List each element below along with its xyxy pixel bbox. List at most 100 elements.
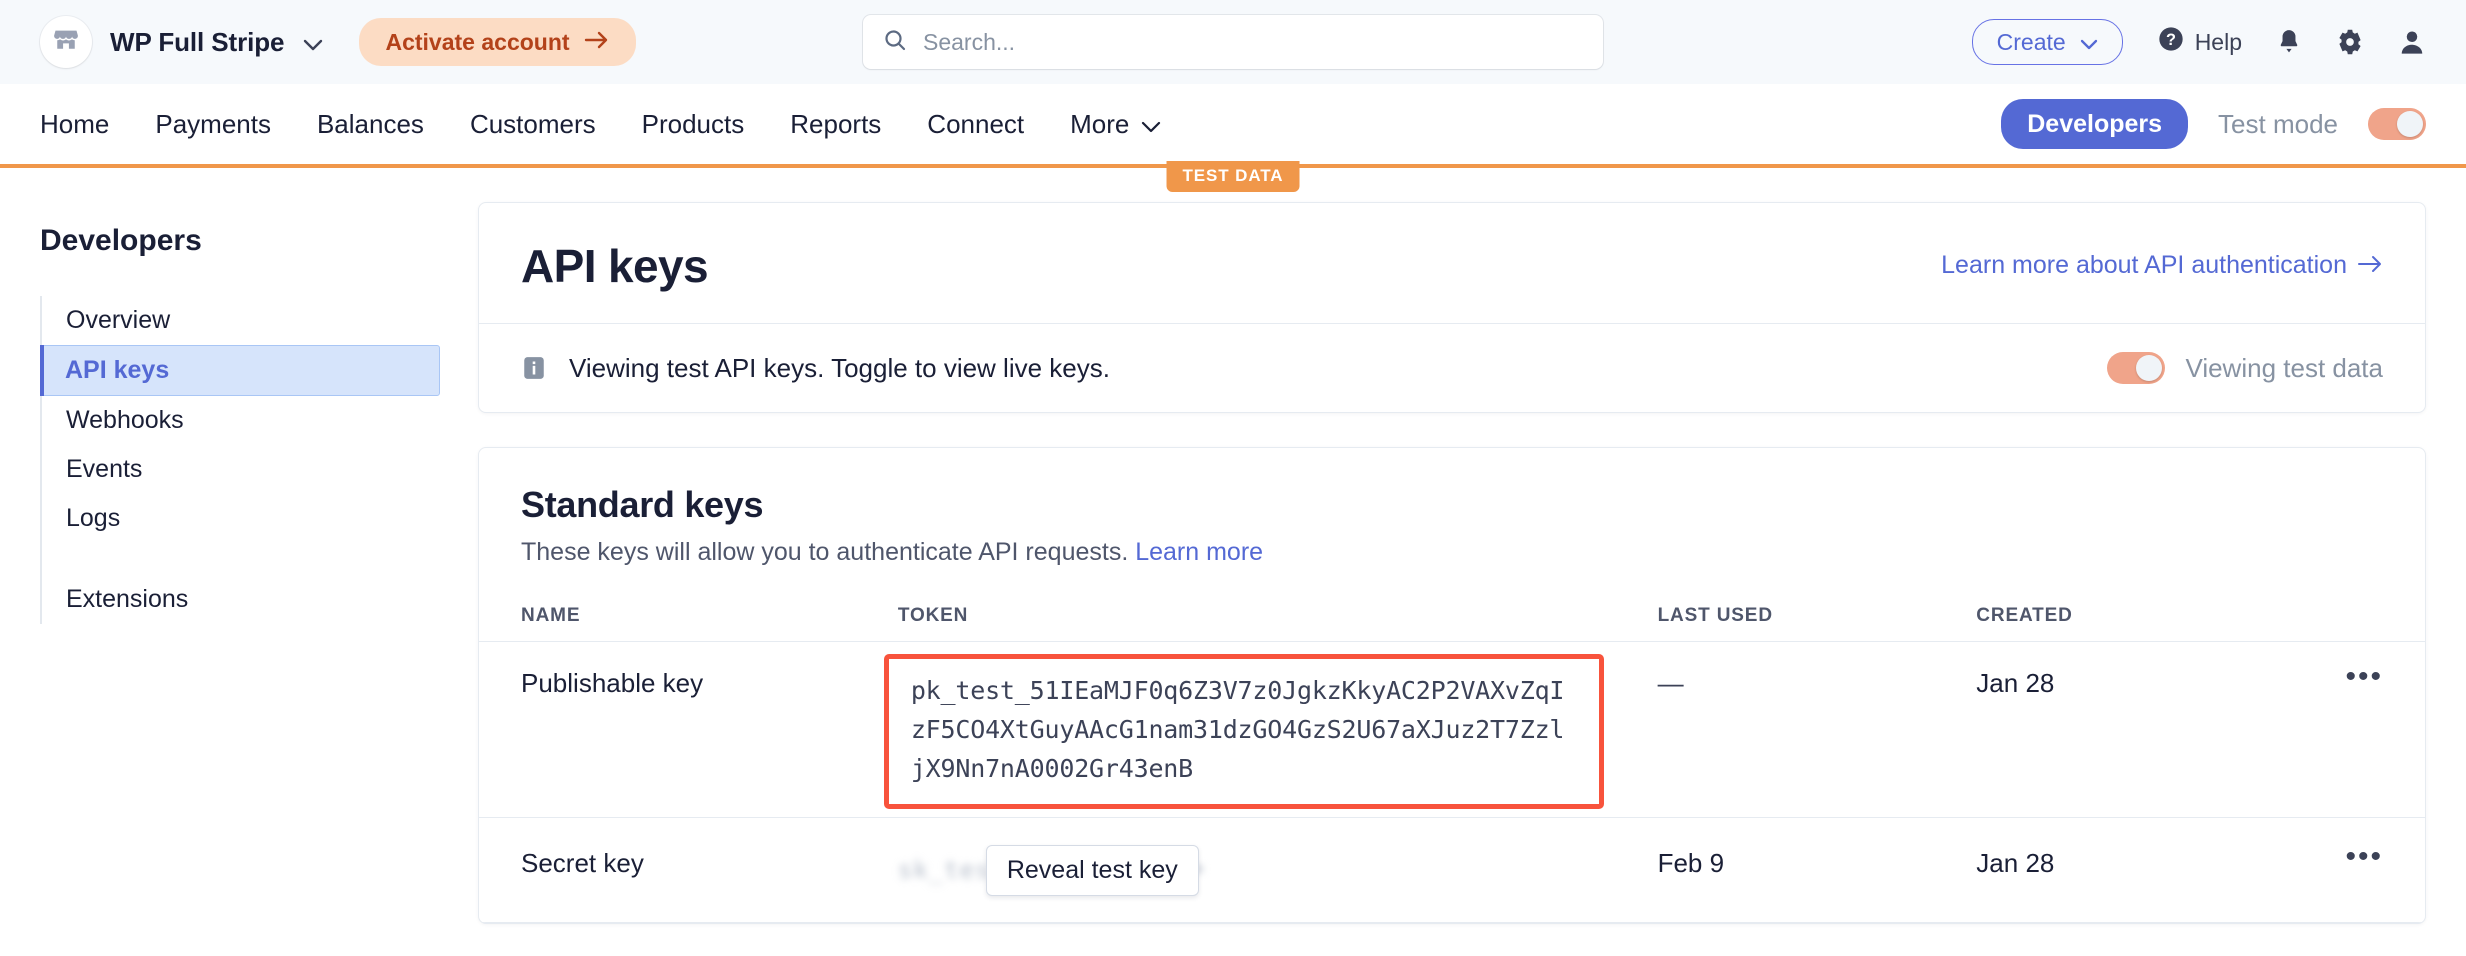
search-icon xyxy=(883,28,907,57)
nav-right-actions: Developers Test mode xyxy=(2001,99,2426,149)
nav-items: Home Payments Balances Customers Product… xyxy=(40,109,1161,140)
viewing-test-data-label: Viewing test data xyxy=(2185,353,2383,384)
secret-key-token-cell: sk_test_•••••••••••• Reveal test key xyxy=(898,818,1658,923)
chevron-down-icon xyxy=(303,27,323,58)
nav-label: Products xyxy=(642,109,745,140)
nav-item-more[interactable]: More xyxy=(1070,109,1161,140)
nav-item-home[interactable]: Home xyxy=(40,109,109,140)
sidebar-item-events[interactable]: Events xyxy=(42,445,470,494)
column-header-token: TOKEN xyxy=(898,595,1658,642)
top-bar: WP Full Stripe Activate account Create ? xyxy=(0,0,2466,84)
chevron-down-icon xyxy=(1141,109,1161,140)
column-header-actions xyxy=(2305,595,2425,642)
user-icon[interactable] xyxy=(2398,28,2426,56)
account-logo xyxy=(40,16,92,68)
sidebar-item-webhooks[interactable]: Webhooks xyxy=(42,396,470,445)
storefront-icon xyxy=(52,26,80,59)
standard-keys-title: Standard keys xyxy=(521,484,2383,526)
reveal-test-key-button[interactable]: Reveal test key xyxy=(986,845,1199,896)
secret-key-actions-cell: ••• xyxy=(2305,818,2425,923)
nav-item-payments[interactable]: Payments xyxy=(155,109,271,140)
table-body: Publishable key pk_test_51IEaMJF0q6Z3V7z… xyxy=(479,642,2425,923)
test-mode-toggle[interactable] xyxy=(2368,108,2426,140)
table-row: Publishable key pk_test_51IEaMJF0q6Z3V7z… xyxy=(479,642,2425,818)
main-nav: Home Payments Balances Customers Product… xyxy=(0,84,2466,168)
activate-account-label: Activate account xyxy=(385,29,569,56)
sidebar-item-extensions[interactable]: Extensions xyxy=(42,575,470,624)
viewing-test-data-toggle[interactable] xyxy=(2107,352,2165,384)
create-label: Create xyxy=(1997,29,2066,56)
test-mode-label: Test mode xyxy=(2218,109,2338,140)
nav-item-customers[interactable]: Customers xyxy=(470,109,596,140)
top-bar-actions: Create ? Help xyxy=(1972,19,2426,65)
sidebar-item-overview[interactable]: Overview xyxy=(42,296,470,345)
main-content: API keys Learn more about API authentica… xyxy=(470,168,2466,924)
standard-keys-card: Standard keys These keys will allow you … xyxy=(478,447,2426,924)
activate-account-button[interactable]: Activate account xyxy=(359,18,635,66)
standard-keys-header: Standard keys These keys will allow you … xyxy=(479,448,2425,595)
nav-label: Payments xyxy=(155,109,271,140)
api-keys-card: API keys Learn more about API authentica… xyxy=(478,202,2426,413)
test-data-badge: TEST DATA xyxy=(1167,161,1300,192)
developers-button[interactable]: Developers xyxy=(2001,99,2188,149)
arrow-right-icon xyxy=(584,29,610,56)
sidebar-title: Developers xyxy=(40,224,470,258)
account-name[interactable]: WP Full Stripe xyxy=(110,27,323,58)
create-button[interactable]: Create xyxy=(1972,19,2123,65)
sidebar-item-label: API keys xyxy=(65,356,169,384)
table-row: Secret key sk_test_•••••••••••• Reveal t… xyxy=(479,818,2425,923)
sidebar-list: Overview API keys Webhooks Events Logs E… xyxy=(40,296,470,624)
api-keys-header: API keys Learn more about API authentica… xyxy=(479,203,2425,323)
sidebar-item-label: Extensions xyxy=(66,585,188,613)
search-box[interactable] xyxy=(863,15,1603,69)
account-name-label: WP Full Stripe xyxy=(110,27,284,57)
sidebar-item-label: Overview xyxy=(66,306,170,334)
sidebar-item-api-keys[interactable]: API keys xyxy=(40,345,440,396)
publishable-key-highlight-box: pk_test_51IEaMJF0q6Z3V7z0JgkzKkyAC2P2VAX… xyxy=(884,654,1604,809)
publishable-key-token-cell: pk_test_51IEaMJF0q6Z3V7z0JgkzKkyAC2P2VAX… xyxy=(898,642,1658,818)
standard-keys-description-text: These keys will allow you to authenticat… xyxy=(521,538,1128,566)
nav-item-balances[interactable]: Balances xyxy=(317,109,424,140)
question-circle-icon: ? xyxy=(2157,25,2185,59)
publishable-key-token[interactable]: pk_test_51IEaMJF0q6Z3V7z0JgkzKkyAC2P2VAX… xyxy=(911,671,1577,788)
publishable-key-created: Jan 28 xyxy=(1976,642,2305,818)
column-header-name: NAME xyxy=(479,595,898,642)
svg-text:?: ? xyxy=(2166,31,2176,49)
secret-key-token-wrap: sk_test_•••••••••••• Reveal test key xyxy=(898,848,1658,892)
nav-label: Balances xyxy=(317,109,424,140)
sidebar-item-label: Logs xyxy=(66,504,120,532)
overflow-menu-icon[interactable]: ••• xyxy=(2305,668,2425,686)
publishable-key-last-used: — xyxy=(1658,642,1977,818)
search-container xyxy=(863,15,1603,69)
search-input[interactable] xyxy=(923,29,1583,56)
nav-item-connect[interactable]: Connect xyxy=(927,109,1024,140)
bell-icon[interactable] xyxy=(2276,28,2302,56)
sidebar-item-label: Webhooks xyxy=(66,406,184,434)
column-header-last-used: LAST USED xyxy=(1658,595,1977,642)
gear-icon[interactable] xyxy=(2336,28,2364,56)
chevron-down-icon xyxy=(2080,29,2098,56)
secret-key-last-used: Feb 9 xyxy=(1658,818,1977,923)
nav-item-reports[interactable]: Reports xyxy=(790,109,881,140)
info-icon xyxy=(521,355,547,381)
table-head: NAME TOKEN LAST USED CREATED xyxy=(479,595,2425,642)
help-button[interactable]: ? Help xyxy=(2157,25,2242,59)
test-keys-banner: Viewing test API keys. Toggle to view li… xyxy=(479,323,2425,412)
viewing-test-data-control: Viewing test data xyxy=(2107,352,2383,384)
standard-keys-learn-more-link[interactable]: Learn more xyxy=(1135,538,1263,566)
learn-more-api-auth-label: Learn more about API authentication xyxy=(1941,251,2347,280)
standard-keys-table: NAME TOKEN LAST USED CREATED Publishable… xyxy=(479,595,2425,923)
page-title: API keys xyxy=(521,239,708,293)
column-header-created: CREATED xyxy=(1976,595,2305,642)
nav-item-products[interactable]: Products xyxy=(642,109,745,140)
table-header-row: NAME TOKEN LAST USED CREATED xyxy=(479,595,2425,642)
nav-label: More xyxy=(1070,109,1129,140)
publishable-key-name: Publishable key xyxy=(479,642,898,818)
learn-more-api-auth-link[interactable]: Learn more about API authentication xyxy=(1941,239,2383,280)
nav-label: Connect xyxy=(927,109,1024,140)
overflow-menu-icon[interactable]: ••• xyxy=(2305,848,2425,866)
nav-label: Home xyxy=(40,109,109,140)
sidebar-item-logs[interactable]: Logs xyxy=(42,494,470,543)
page-body: Developers Overview API keys Webhooks Ev… xyxy=(0,168,2466,924)
standard-keys-description: These keys will allow you to authenticat… xyxy=(521,538,2383,567)
